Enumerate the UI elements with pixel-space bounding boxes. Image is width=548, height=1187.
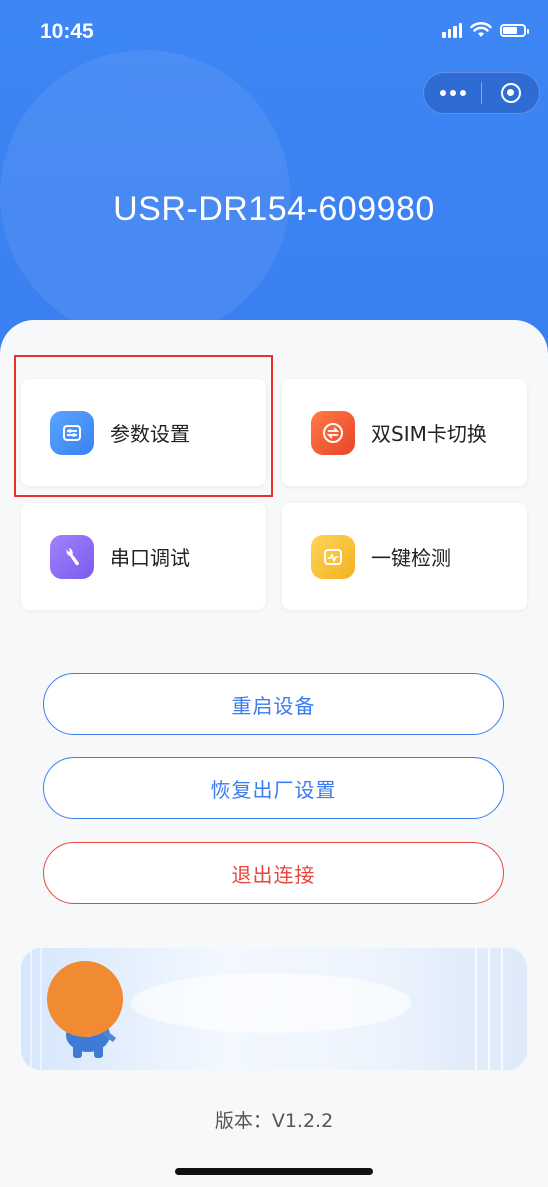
miniprogram-capsule [423,72,540,114]
battery-icon [500,23,529,37]
signal-icon [442,22,462,38]
device-name: USR-DR154-609980 [113,190,435,228]
status-icons [442,22,529,38]
promo-banner[interactable] [21,948,527,1070]
status-time: 10:45 [40,20,94,43]
version-text: 版本：V1.2.2 [214,1110,334,1132]
more-button[interactable] [424,90,481,96]
close-miniprogram-button[interactable] [482,83,539,103]
home-indicator [175,1168,373,1175]
disconnect-button[interactable]: 退出连接 [43,842,504,904]
pulse-icon [311,534,355,579]
sim-switch-card[interactable]: 双SIM卡切换 [282,379,527,486]
sim-switch-label: 双SIM卡切换 [371,422,487,446]
wrench-icon [50,534,94,579]
one-click-check-label: 一键检测 [371,546,451,570]
factory-reset-button[interactable]: 恢复出厂设置 [43,757,504,819]
wifi-icon [470,22,492,37]
serial-debug-card[interactable]: 串口调试 [21,503,266,610]
one-click-check-card[interactable]: 一键检测 [282,503,527,610]
restart-button[interactable]: 重启设备 [43,673,504,735]
mascot-image [30,948,527,1070]
serial-debug-label: 串口调试 [110,546,190,570]
target-icon [500,83,521,103]
sim-switch-icon [311,410,355,455]
more-dots-icon [439,90,446,96]
highlight-box [14,355,273,497]
